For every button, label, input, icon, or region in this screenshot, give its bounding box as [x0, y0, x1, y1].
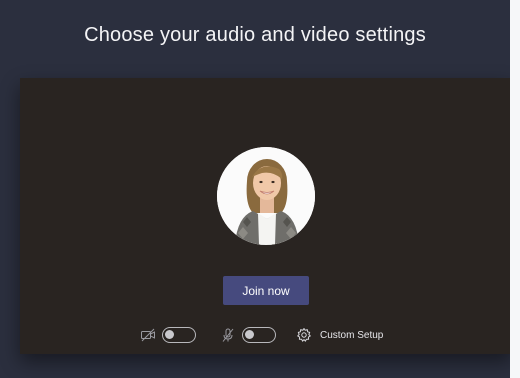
microphone-toggle-knob [245, 330, 254, 339]
device-controls: Custom Setup [140, 324, 383, 346]
mic-off-icon[interactable] [220, 327, 236, 343]
custom-setup-link[interactable]: Custom Setup [320, 330, 383, 341]
microphone-toggle[interactable] [242, 327, 276, 343]
camera-toggle[interactable] [162, 327, 196, 343]
teams-prejoin-screen: Choose your audio and video settings Joi… [0, 0, 510, 378]
page-title: Choose your audio and video settings [84, 24, 426, 46]
window-edge [510, 0, 520, 378]
gear-icon[interactable] [296, 327, 312, 343]
user-avatar [217, 147, 315, 245]
join-now-button[interactable]: Join now [223, 276, 309, 305]
camera-off-icon[interactable] [140, 327, 156, 343]
user-photo-icon [217, 147, 315, 245]
video-preview: Join now Custom Setup [20, 78, 510, 354]
camera-toggle-knob [165, 330, 174, 339]
